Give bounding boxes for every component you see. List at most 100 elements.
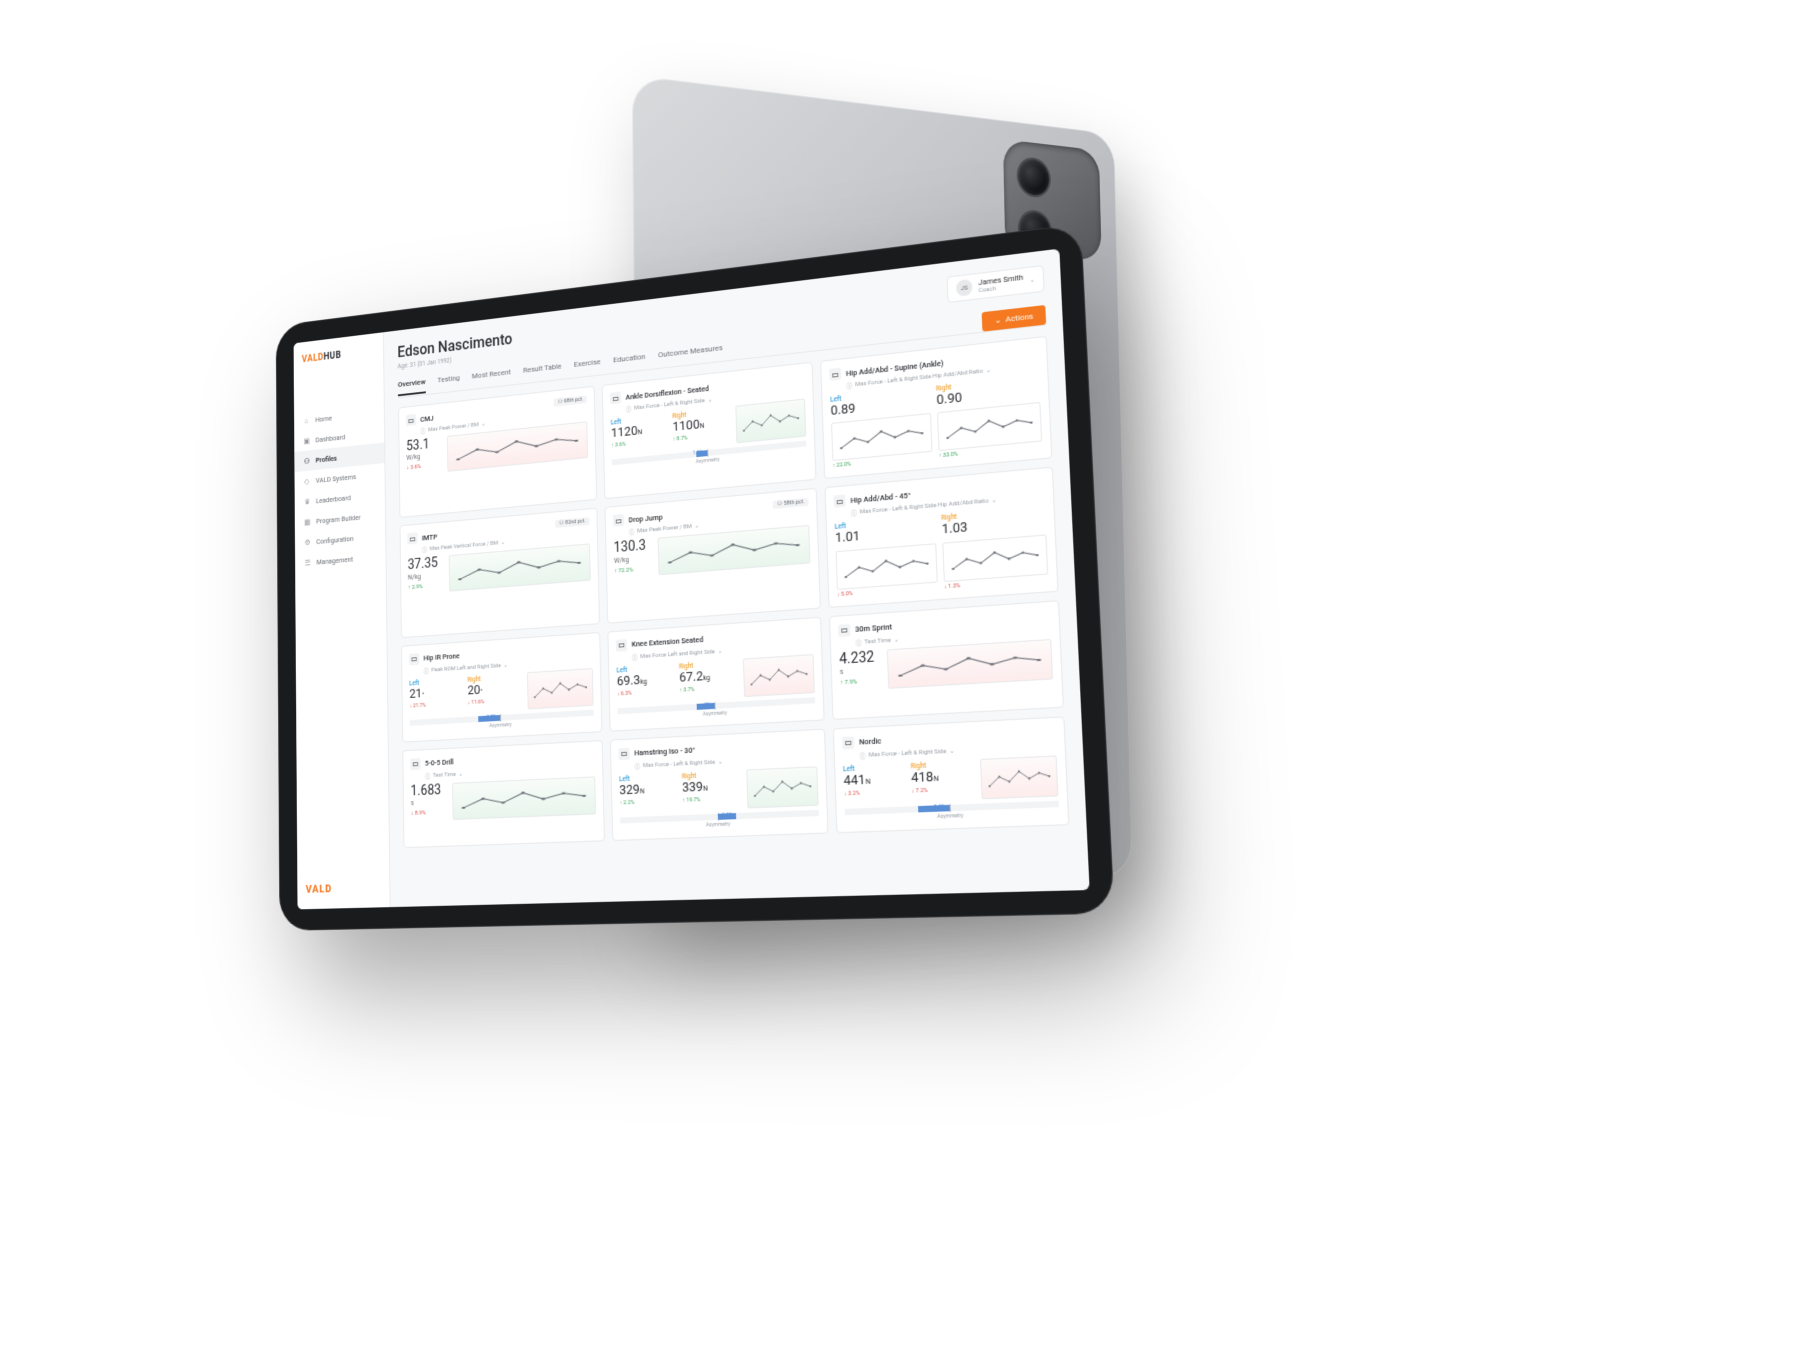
right-delta: ↑ 19.7% [682, 795, 741, 804]
left-delta: ↓ 3.2% [844, 788, 906, 797]
sparkline-chart [979, 755, 1058, 799]
sparkline-chart [937, 402, 1042, 451]
metric-icon: ▭ [616, 639, 627, 652]
cards-grid: ▭CMJⓘ Max Peak Power / BM ⌄⚇ 68th pct.53… [398, 336, 1069, 848]
right-value: 67.2kg [679, 668, 737, 686]
person-icon: ⚇ [777, 501, 782, 507]
metric-card[interactable]: ▭Hamstring Iso - 30°ⓘ Max Force - Left &… [610, 728, 829, 840]
asymmetry-value: 5.3% [933, 804, 945, 811]
device-front: VALDHUB ⌂Home▣Dashboard⚇Profiles◇VALD Sy… [276, 223, 1115, 931]
tab-outcome-measures[interactable]: Outcome Measures [658, 343, 723, 367]
metric-value: 1.683 [411, 783, 448, 800]
sidebar-item-label: Leaderboard [316, 493, 351, 505]
metric-icon: ▭ [407, 533, 417, 545]
tab-most-recent[interactable]: Most Recent [472, 368, 511, 388]
card-title: Hip IR Prone [423, 651, 459, 662]
metric-card[interactable]: ▭Drop Jumpⓘ Max Peak Power / BM ⌄⚇ 58th … [605, 488, 821, 623]
metric-card[interactable]: ▭Knee Extension Seatedⓘ Max Force Left a… [607, 616, 824, 731]
tab-exercise[interactable]: Exercise [574, 357, 601, 376]
card-title: Hip Add/Abd - 45° [850, 490, 911, 504]
left-value: 441N [843, 771, 905, 789]
metric-card[interactable]: ▭Hip Add/Abd - Supine (Ankle)ⓘ Max Force… [820, 336, 1052, 480]
chevron-down-icon: ⌄ [503, 661, 508, 668]
chevron-down-icon: ⌄ [695, 523, 700, 530]
tab-education[interactable]: Education [613, 352, 646, 372]
asymmetry-value: 3% [704, 702, 711, 708]
chevron-down-icon: ⌄ [481, 421, 485, 428]
metric-card[interactable]: ▭Hip IR Proneⓘ Peak ROM Left and Right S… [401, 632, 602, 743]
right-delta: ↓ 11.6% [468, 697, 522, 706]
sidebar-item-label: Configuration [316, 534, 353, 546]
sparkline-chart [658, 525, 811, 575]
card-title: IMTP [422, 532, 437, 542]
metric-card[interactable]: ▭Nordicⓘ Max Force - Left & Right Side ⌄… [833, 716, 1070, 833]
person-icon: ⚇ [558, 399, 563, 405]
metric-card[interactable]: ▭CMJⓘ Max Peak Power / BM ⌄⚇ 68th pct.53… [398, 386, 597, 518]
card-title: Drop Jump [628, 512, 662, 524]
metric-delta: ↓ 8.9% [411, 808, 448, 816]
chevron-down-icon: ⌄ [458, 770, 463, 777]
app-logo: VALDHUB [294, 345, 384, 384]
sidebar-item-label: Management [316, 554, 353, 566]
left-value: 21° [409, 685, 462, 702]
sidebar: VALDHUB ⌂Home▣Dashboard⚇Profiles◇VALD Sy… [294, 332, 391, 909]
asymmetry-value: 3.7% [486, 714, 496, 720]
right-delta: ↑ 3.7% [679, 684, 737, 693]
asymmetry-row: 5.3%Asymmetry [845, 800, 1060, 823]
footer-logo: VALD [297, 881, 389, 896]
metric-card[interactable]: ▭Ankle Dorsiflexion - Seatedⓘ Max Force … [602, 362, 817, 500]
chevron-down-icon: ⌄ [991, 497, 996, 505]
chevron-down-icon: ⌄ [1029, 276, 1035, 284]
left-delta: ↓ 21.7% [410, 700, 463, 709]
tab-result-table[interactable]: Result Table [523, 362, 562, 383]
sparkline-chart [449, 544, 591, 592]
dashboard-icon: ▣ [302, 436, 310, 446]
info-icon: ⓘ [425, 771, 430, 780]
sidebar-item-label: Dashboard [315, 432, 345, 443]
metric-delta: ↑ 2.9% [408, 581, 444, 591]
metric-card[interactable]: ▭5-0-5 Drillⓘ Test Time ⌄1.683s↓ 8.9% [402, 740, 604, 848]
user-chip[interactable]: JS James Smith Coach ⌄ [947, 265, 1045, 303]
asymmetry-value: 2.9% [722, 812, 733, 819]
card-title: Hamstring Iso - 30° [634, 746, 695, 758]
metric-card[interactable]: ▭IMTPⓘ Max Peak Vertical Force / BM ⌄⚇ 8… [400, 508, 600, 638]
metric-icon: ▭ [410, 758, 420, 770]
logo-part2: HUB [324, 350, 342, 362]
metric-card[interactable]: ▭30m Sprintⓘ Test Time ⌄4.232s↑ 7.9% [829, 600, 1064, 720]
metric-icon: ▭ [838, 624, 850, 637]
info-icon: ⓘ [626, 404, 632, 413]
left-delta: ↑ 2.2% [620, 798, 677, 806]
right-delta: ↓ 7.2% [912, 786, 975, 795]
chevron-down-icon: ⌄ [986, 367, 991, 375]
info-icon: ⓘ [632, 652, 638, 661]
metric-card[interactable]: ▭Hip Add/Abd - 45°ⓘ Max Force - Left & R… [825, 467, 1059, 608]
right-value: 20° [467, 681, 521, 698]
asymmetry-row: 2.9%Asymmetry [620, 809, 819, 831]
actions-button[interactable]: ⌄ Actions [982, 305, 1046, 332]
right-value: 339N [682, 779, 741, 796]
metric-unit: s [411, 798, 447, 807]
sparkline-chart [887, 639, 1053, 689]
tab-overview[interactable]: Overview [398, 377, 426, 396]
info-icon: ⓘ [420, 426, 425, 435]
chevron-down-icon: ⌄ [501, 539, 506, 546]
tab-testing[interactable]: Testing [437, 373, 460, 391]
metric-icon: ▭ [842, 736, 854, 749]
card-title: 5-0-5 Drill [425, 758, 454, 768]
leaderboard-icon: ♛ [303, 496, 311, 506]
sidebar-item-label: Home [315, 413, 332, 423]
profile-header: Edson Nascimento Age: 31 (01 Jan 1992) [397, 330, 512, 371]
sparkline-chart [735, 398, 806, 443]
sparkline-chart [836, 543, 938, 590]
profiles-icon: ⚇ [303, 456, 311, 466]
sparkline-chart [746, 766, 819, 808]
management-icon: ☰ [303, 558, 311, 568]
sparkline-chart [831, 413, 932, 461]
sidebar-item-label: VALD Systems [316, 472, 356, 484]
right-value: 418N [911, 768, 974, 786]
main-content: Edson Nascimento Age: 31 (01 Jan 1992) J… [384, 249, 1090, 907]
metric-icon: ▭ [610, 392, 621, 405]
logo-part1: VALD [302, 352, 324, 365]
card-title: Nordic [859, 736, 882, 746]
card-title: 30m Sprint [855, 622, 892, 634]
